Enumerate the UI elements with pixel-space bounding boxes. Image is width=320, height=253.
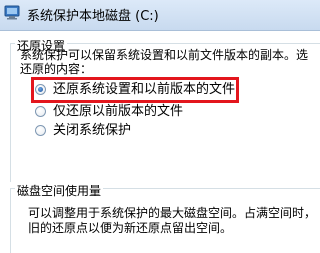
disk-usage-heading: 磁盘空间使用量 (15, 182, 104, 199)
radio-label[interactable]: 还原系统设置和以前版本的文件 (53, 82, 235, 98)
system-protection-dialog: 系统保护本地磁盘 (C:) 还原设置 系统保护可以保留系统设置和以前文件版本的副… (0, 0, 320, 253)
restore-description-line2: 还原的内容： (20, 62, 93, 76)
radio-button[interactable] (35, 106, 46, 117)
restore-description-line1: 系统保护可以保留系统设置和以前文件版本的副本。选 (20, 48, 309, 62)
disk-usage-description-line1: 可以调整用于系统保护的最大磁盘空间。占满空间时， (28, 206, 317, 220)
window-title: 系统保护本地磁盘 (C:) (27, 9, 159, 24)
title-bar: 系统保护本地磁盘 (C:) (0, 0, 320, 31)
radio-button-checked[interactable] (35, 84, 46, 95)
system-protection-icon (4, 5, 20, 20)
disk-usage-description-line2: 旧的还原点以便为新还原点留出空间。 (28, 221, 233, 235)
radio-label[interactable]: 仅还原以前版本的文件 (53, 104, 183, 120)
dialog-content: 还原设置 系统保护可以保留系统设置和以前文件版本的副本。选 还原的内容： 还原系… (0, 31, 320, 253)
radio-label[interactable]: 关闭系统保护 (53, 123, 131, 139)
radio-button[interactable] (35, 125, 46, 136)
